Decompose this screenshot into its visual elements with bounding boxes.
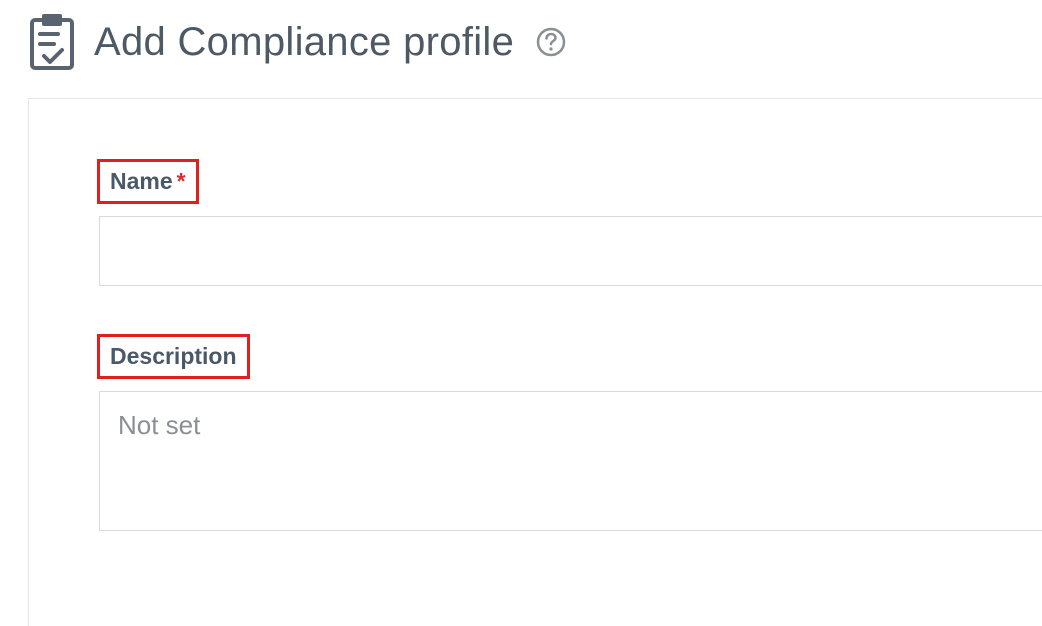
name-field: Name * (97, 159, 1042, 286)
description-field: Description (97, 334, 1042, 536)
form-panel: Name * Description (28, 98, 1042, 626)
clipboard-check-icon (28, 14, 76, 70)
name-input[interactable] (99, 216, 1042, 286)
name-label-text: Name (110, 168, 173, 195)
description-input[interactable] (99, 391, 1042, 531)
required-indicator: * (177, 168, 186, 195)
page-title: Add Compliance profile (94, 20, 514, 65)
help-icon[interactable] (536, 27, 566, 57)
description-label: Description (97, 334, 250, 379)
description-label-text: Description (110, 343, 237, 370)
page-header: Add Compliance profile (0, 0, 1042, 98)
name-label: Name * (97, 159, 199, 204)
